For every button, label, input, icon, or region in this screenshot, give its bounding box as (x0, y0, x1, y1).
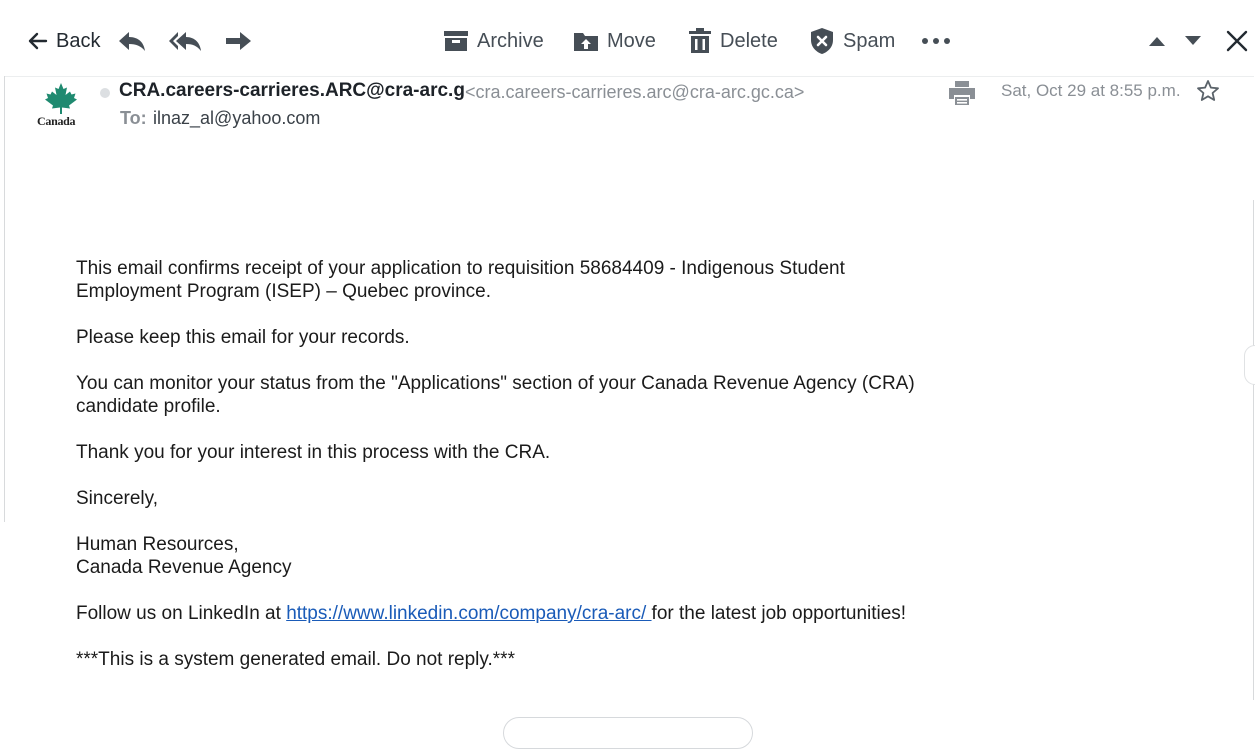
delete-button[interactable]: Delete (688, 24, 778, 58)
spam-button[interactable]: Spam (809, 24, 895, 58)
body-paragraph: Sincerely, (76, 487, 976, 510)
back-label: Back (56, 29, 101, 52)
more-button[interactable] (921, 24, 951, 58)
body-paragraph: Follow us on LinkedIn at https://www.lin… (76, 602, 976, 625)
message-date: Sat, Oct 29 at 8:55 p.m. (1001, 81, 1181, 100)
body-line: Canada Revenue Agency (76, 557, 292, 578)
reading-pane-right-border (1253, 200, 1254, 700)
trash-icon (688, 28, 712, 54)
reply-all-button[interactable] (168, 24, 202, 58)
body-line: ***This is a system generated email. Do … (76, 649, 515, 670)
next-message-button[interactable] (1184, 24, 1202, 58)
body-line: candidate profile. (76, 396, 221, 417)
sender-name[interactable]: CRA.careers-carrieres.ARC@cra-arc.g (119, 80, 465, 102)
reply-icon (117, 29, 147, 53)
back-button[interactable]: Back (26, 24, 100, 58)
shield-x-icon (809, 27, 835, 55)
body-line: Follow us on LinkedIn at (76, 603, 287, 624)
body-line: You can monitor your status from the "Ap… (76, 373, 915, 394)
body-line: Thank you for your interest in this proc… (76, 442, 551, 463)
toolbar-divider (4, 76, 1254, 77)
body-paragraph: Human Resources, Canada Revenue Agency (76, 533, 976, 579)
canada-wordmark: Canada (37, 114, 76, 128)
reply-button[interactable] (117, 24, 147, 58)
forward-button[interactable] (224, 24, 252, 58)
read-status-dot[interactable] (100, 88, 110, 98)
move-label: Move (607, 29, 656, 52)
quick-reply-pill[interactable] (503, 717, 753, 749)
body-line: Sincerely, (76, 488, 159, 509)
print-button[interactable] (948, 80, 976, 111)
archive-label: Archive (477, 29, 544, 52)
archive-button[interactable]: Archive (443, 24, 544, 58)
caret-down-icon (1184, 35, 1202, 47)
body-line: for the latest job opportunities! (651, 603, 907, 624)
close-icon (1226, 30, 1248, 52)
reading-pane-left-border (4, 76, 5, 522)
move-button[interactable]: Move (573, 24, 656, 58)
recipient-address[interactable]: ilnaz_al@yahoo.com (153, 108, 320, 129)
arrow-left-icon (26, 30, 48, 52)
body-paragraph: Thank you for your interest in this proc… (76, 441, 976, 464)
spam-label: Spam (843, 29, 896, 52)
to-label: To: (120, 108, 147, 128)
body-line: Employment Program (ISEP) – Quebec provi… (76, 281, 492, 302)
archive-icon (443, 29, 469, 53)
star-icon (1196, 80, 1220, 107)
body-paragraph: This email confirms receipt of your appl… (76, 257, 976, 303)
printer-icon (948, 81, 976, 110)
previous-message-button[interactable] (1148, 24, 1166, 58)
message-toolbar: Back Archive Move Delete Spam (0, 0, 1255, 76)
body-line: This email confirms receipt of your appl… (76, 258, 845, 279)
more-dots-icon (921, 36, 951, 46)
delete-label: Delete (720, 29, 778, 52)
reply-all-icon (168, 29, 202, 53)
body-line: Human Resources, (76, 534, 239, 555)
body-paragraph: ***This is a system generated email. Do … (76, 648, 976, 671)
star-button[interactable] (1196, 79, 1220, 108)
linkedin-link[interactable]: https://www.linkedin.com/company/cra-arc… (286, 603, 651, 624)
sender-email: <cra.careers-carrieres.arc@cra-arc.gc.ca… (465, 82, 805, 102)
close-button[interactable] (1226, 24, 1248, 58)
body-line: Please keep this email for your records. (76, 327, 410, 348)
body-paragraph: You can monitor your status from the "Ap… (76, 372, 976, 418)
caret-up-icon (1148, 35, 1166, 47)
forward-icon (224, 29, 252, 53)
message-body: This email confirms receipt of your appl… (76, 257, 976, 694)
body-paragraph: Please keep this email for your records. (76, 326, 976, 349)
folder-move-icon (573, 29, 599, 53)
side-panel-handle[interactable] (1244, 345, 1255, 385)
